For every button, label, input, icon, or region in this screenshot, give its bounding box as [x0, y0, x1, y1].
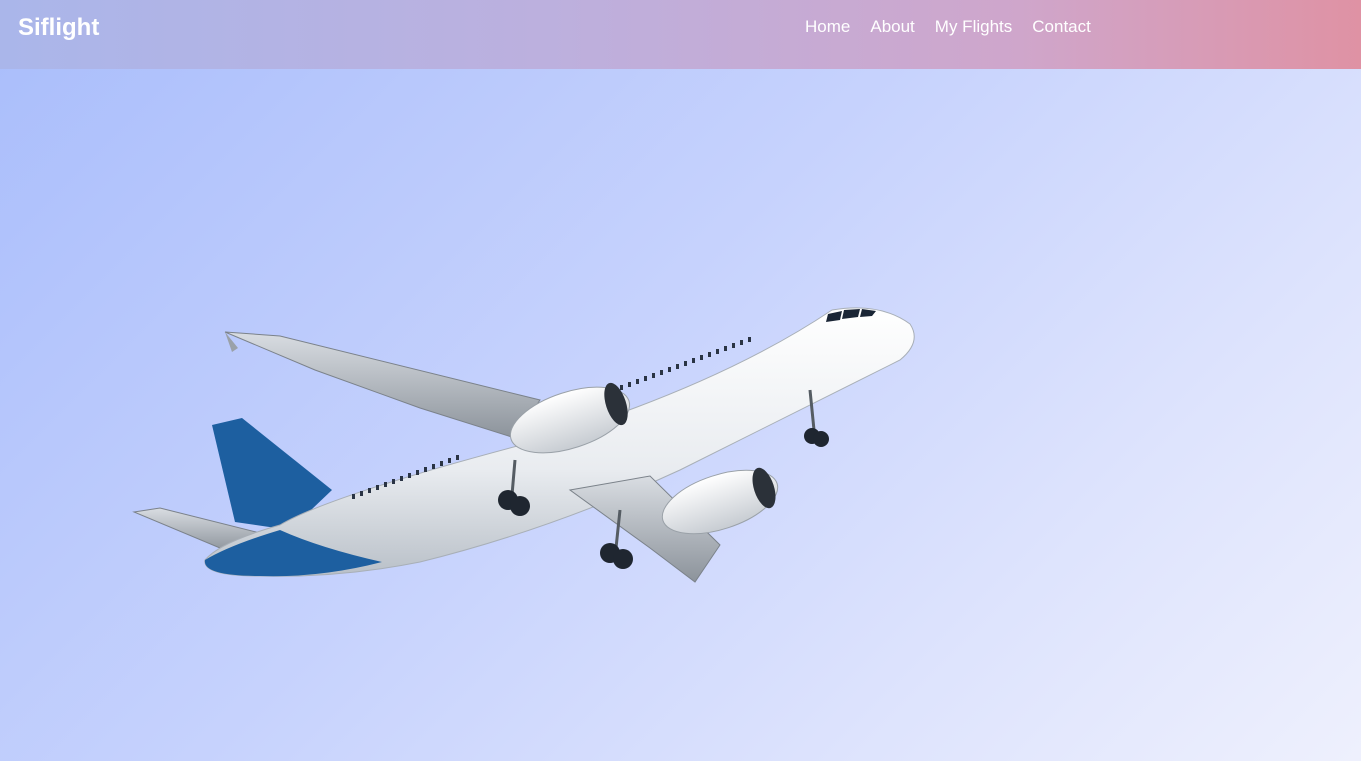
- airplane-image: [132, 307, 915, 583]
- brand-logo[interactable]: Siflight: [18, 14, 99, 42]
- nav-item-home: Home: [805, 17, 850, 37]
- nav-link-contact[interactable]: Contact: [1032, 17, 1091, 36]
- nav-link-home[interactable]: Home: [805, 17, 850, 36]
- nav-menu: Home About My Flights Contact: [805, 17, 1091, 37]
- nav-link-my-flights[interactable]: My Flights: [935, 17, 1012, 36]
- nav-item-about: About: [870, 17, 914, 37]
- nav-item-my-flights: My Flights: [935, 17, 1012, 37]
- nav-item-contact: Contact: [1032, 17, 1091, 37]
- nav-link-about[interactable]: About: [870, 17, 914, 36]
- top-navbar: Siflight Home About My Flights Contact: [0, 0, 1361, 69]
